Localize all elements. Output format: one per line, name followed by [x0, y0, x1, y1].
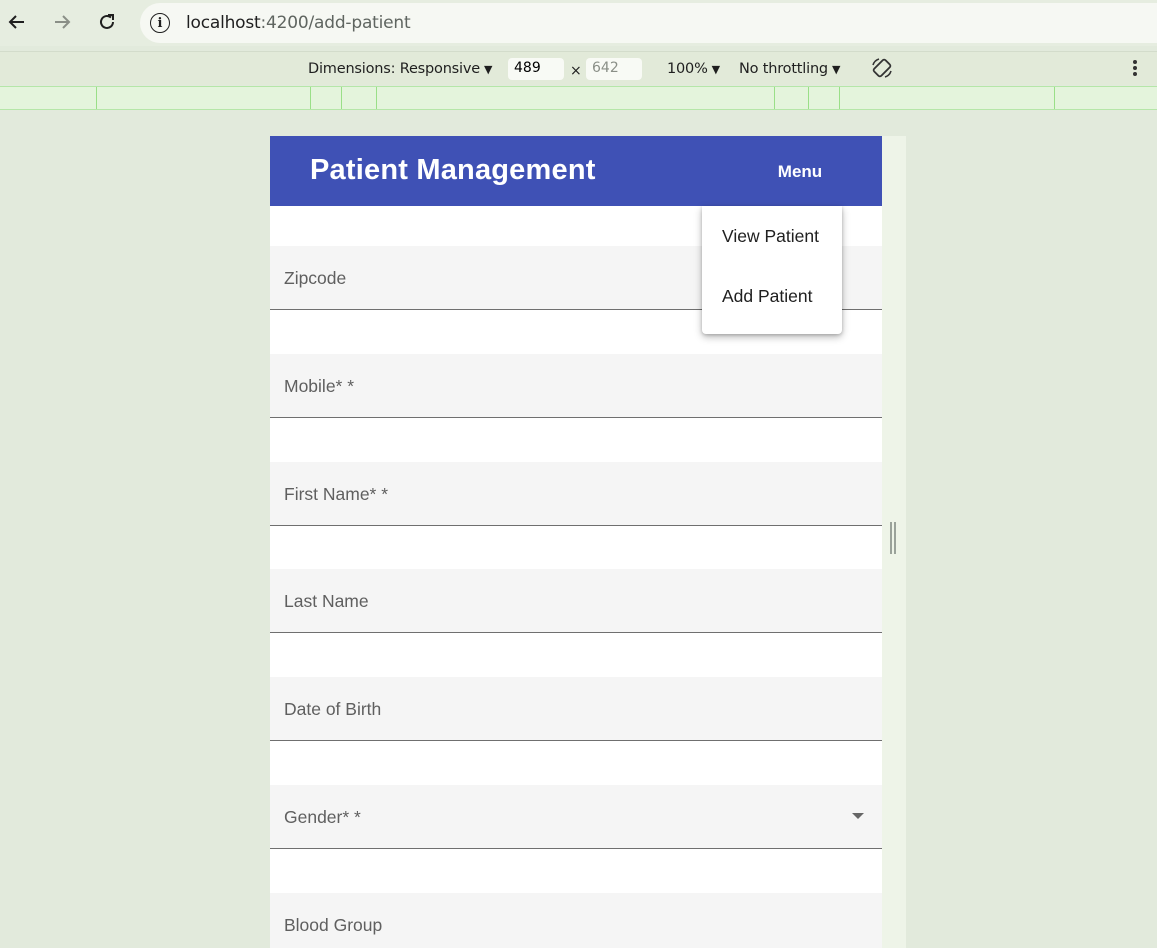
site-info-icon[interactable]: i	[150, 13, 170, 33]
field-label: First Name* *	[284, 484, 389, 504]
field-label: Date of Birth	[284, 699, 382, 719]
field-label: Gender* *	[284, 807, 361, 827]
browser-toolbar: i localhost:4200/add-patient	[0, 0, 1157, 46]
url-text: localhost:4200/add-patient	[186, 13, 411, 33]
address-bar[interactable]: i localhost:4200/add-patient	[140, 3, 1157, 43]
device-toolbar: Dimensions: Responsive ▼ 489 × 642 100% ▼ …	[0, 51, 1157, 85]
field-label: Zipcode	[284, 268, 347, 288]
forward-button[interactable]	[50, 10, 74, 34]
last-name-field[interactable]: Last Name	[270, 569, 882, 633]
throttling-dropdown[interactable]: No throttling ▼	[739, 61, 840, 77]
field-label: Blood Group	[284, 915, 383, 935]
app-toolbar: Patient Management Menu	[270, 136, 882, 206]
more-options-icon[interactable]	[1128, 60, 1142, 78]
back-arrow-icon	[8, 15, 24, 29]
height-input[interactable]: 642	[586, 58, 642, 80]
media-query-ruler	[0, 86, 1157, 110]
reload-button[interactable]	[95, 10, 119, 34]
menu-button[interactable]: Menu	[762, 158, 838, 186]
date-of-birth-field[interactable]: Date of Birth	[270, 677, 882, 741]
menu-item-view-patient[interactable]: View Patient	[702, 206, 842, 266]
menu-dropdown: View Patient Add Patient	[702, 206, 842, 334]
caret-down-icon: ▼	[483, 63, 493, 76]
caret-down-icon: ▼	[711, 63, 720, 76]
mobile-field[interactable]: Mobile* *	[270, 354, 882, 418]
field-label: Mobile* *	[284, 376, 355, 396]
zoom-dropdown[interactable]: 100% ▼	[667, 61, 720, 77]
back-button[interactable]	[5, 10, 29, 34]
field-label: Last Name	[284, 591, 369, 611]
gender-select[interactable]: Gender* *	[270, 785, 882, 849]
rotate-device-icon[interactable]	[870, 56, 894, 80]
caret-down-icon: ▼	[831, 63, 841, 76]
resize-handle[interactable]	[890, 522, 896, 554]
reload-icon	[100, 14, 114, 29]
first-name-field[interactable]: First Name* *	[270, 462, 882, 526]
width-input[interactable]: 489	[508, 58, 564, 80]
times-separator: ×	[570, 63, 582, 79]
menu-item-add-patient[interactable]: Add Patient	[702, 266, 842, 326]
device-viewport: Patient Management Menu Zipcode Mobile* …	[270, 136, 882, 948]
app-title: Patient Management	[310, 154, 596, 186]
dimensions-dropdown[interactable]: Dimensions: Responsive ▼	[308, 61, 492, 77]
dropdown-arrow-icon	[852, 813, 864, 819]
blood-group-field[interactable]: Blood Group	[270, 893, 882, 948]
forward-arrow-icon	[55, 15, 71, 29]
